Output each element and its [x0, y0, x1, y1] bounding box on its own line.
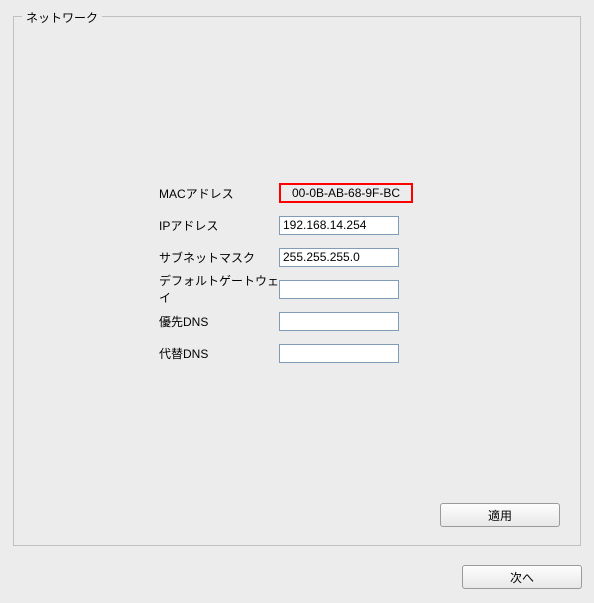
subnet-mask-label: サブネットマスク	[159, 249, 279, 266]
ip-address-label: IPアドレス	[159, 217, 279, 234]
row-ip-address: IPアドレス	[159, 215, 399, 235]
secondary-dns-input[interactable]	[279, 344, 399, 363]
primary-dns-label: 優先DNS	[159, 313, 279, 330]
default-gateway-input[interactable]	[279, 280, 399, 299]
network-fieldset: ネットワーク MACアドレス 00-0B-AB-68-9F-BC IPアドレス …	[13, 16, 581, 546]
mac-address-value: 00-0B-AB-68-9F-BC	[286, 184, 406, 202]
row-mac-address: MACアドレス 00-0B-AB-68-9F-BC	[159, 183, 413, 203]
row-subnet-mask: サブネットマスク	[159, 247, 399, 267]
secondary-dns-label: 代替DNS	[159, 345, 279, 362]
primary-dns-input[interactable]	[279, 312, 399, 331]
next-button[interactable]: 次へ	[462, 565, 582, 589]
mac-address-label: MACアドレス	[159, 185, 279, 202]
ip-address-input[interactable]	[279, 216, 399, 235]
apply-button[interactable]: 適用	[440, 503, 560, 527]
subnet-mask-input[interactable]	[279, 248, 399, 267]
row-default-gateway: デフォルトゲートウェイ	[159, 279, 399, 299]
row-primary-dns: 優先DNS	[159, 311, 399, 331]
form-area: MACアドレス 00-0B-AB-68-9F-BC IPアドレス サブネットマス…	[14, 17, 580, 545]
row-secondary-dns: 代替DNS	[159, 343, 399, 363]
default-gateway-label: デフォルトゲートウェイ	[159, 272, 279, 306]
mac-address-highlight: 00-0B-AB-68-9F-BC	[279, 183, 413, 203]
